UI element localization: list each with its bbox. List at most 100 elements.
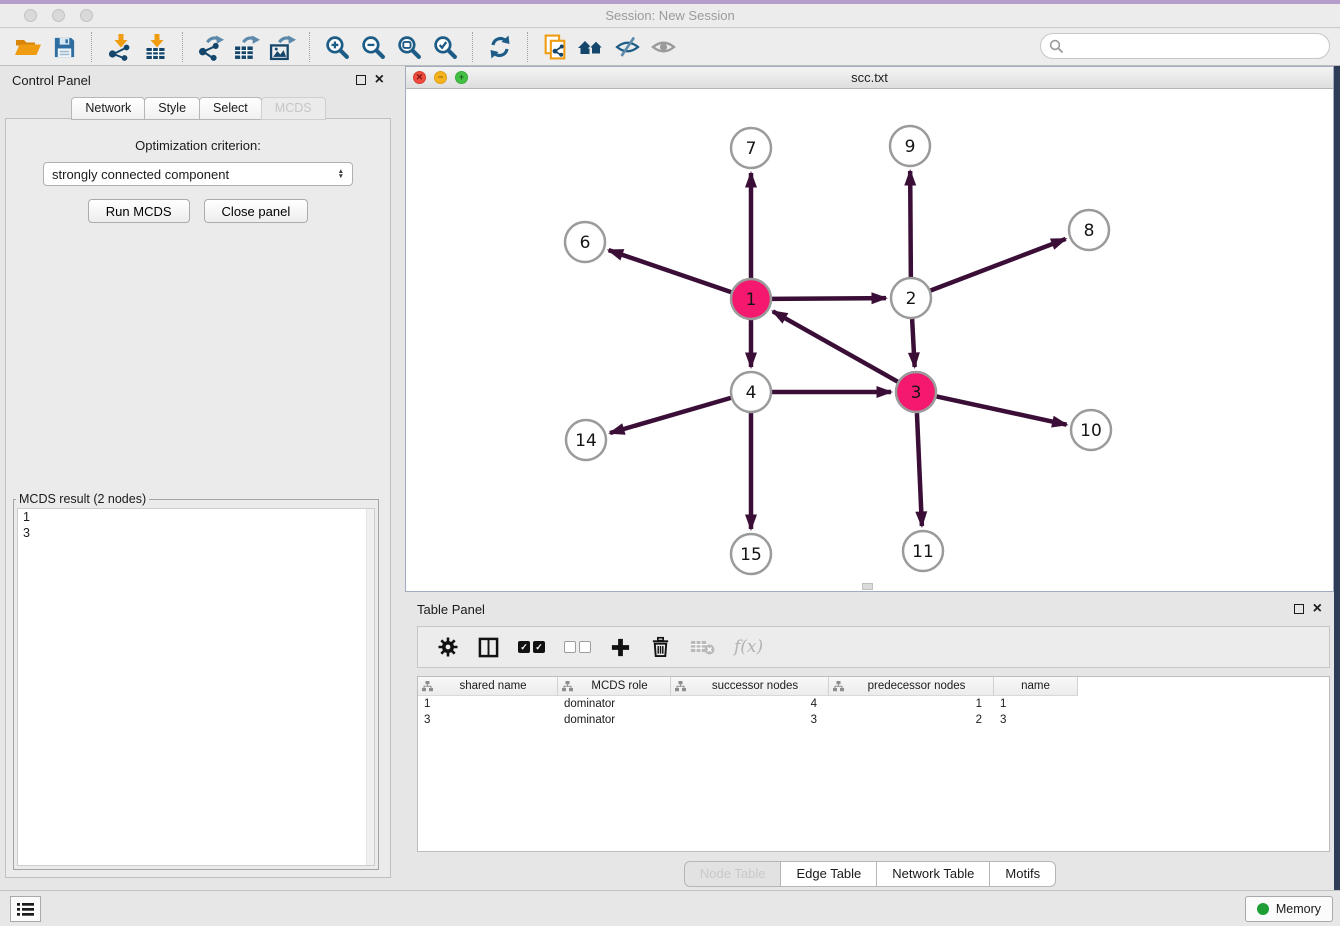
table-row[interactable]: 1dominator411 [418, 696, 1329, 712]
result-scrollbar[interactable] [366, 509, 374, 865]
table-cell[interactable]: dominator [558, 714, 671, 726]
search-input[interactable] [1069, 38, 1329, 55]
delete-table-icon [690, 634, 715, 660]
float-panel-icon[interactable] [356, 75, 366, 85]
network-window-titlebar[interactable]: ✕ − + scc.txt [406, 67, 1333, 89]
tab-node-table[interactable]: Node Table [684, 861, 782, 887]
column-header-shared-name[interactable]: shared name [418, 677, 558, 696]
column-header-predecessor-nodes[interactable]: predecessor nodes [829, 677, 994, 696]
session-title: Session: New Session [0, 8, 1340, 23]
table-cell[interactable]: 3 [994, 714, 1078, 726]
hierarchy-icon [562, 681, 573, 692]
edge-4-14[interactable] [610, 398, 731, 433]
column-header-label: shared name [433, 680, 553, 692]
desktop-edge-strip [1334, 66, 1340, 890]
task-history-button[interactable] [10, 896, 41, 922]
edge-2-3[interactable] [912, 319, 915, 367]
memory-button-label: Memory [1276, 902, 1321, 916]
open-session-icon[interactable] [10, 31, 46, 63]
create-column-icon[interactable] [610, 634, 631, 660]
column-header-successor-nodes[interactable]: successor nodes [671, 677, 829, 696]
save-session-icon[interactable] [46, 31, 82, 63]
zoom-out-icon[interactable] [355, 31, 391, 63]
mcds-result-item[interactable]: 1 [18, 509, 374, 525]
copy-network-icon[interactable] [537, 31, 573, 63]
node-label-7: 7 [746, 139, 757, 159]
tab-style[interactable]: Style [144, 97, 200, 120]
list-icon [17, 902, 34, 917]
run-mcds-button[interactable]: Run MCDS [88, 199, 190, 223]
zoom-in-icon[interactable] [319, 31, 355, 63]
column-header-MCDS-role[interactable]: MCDS role [558, 677, 671, 696]
edge-2-9[interactable] [910, 171, 911, 277]
edge-2-8[interactable] [931, 239, 1066, 291]
table-cell[interactable]: 1 [418, 698, 558, 710]
criterion-dropdown[interactable]: strongly connected component ▲▼ [43, 162, 353, 186]
column-header-label: MCDS role [573, 680, 666, 692]
table-cell[interactable]: 4 [671, 698, 829, 710]
delete-column-icon[interactable] [650, 634, 671, 660]
edge-3-11[interactable] [917, 413, 922, 526]
node-label-1: 1 [746, 290, 757, 310]
float-table-panel-icon[interactable] [1294, 604, 1304, 614]
tab-network-table[interactable]: Network Table [876, 861, 990, 887]
edge-1-6[interactable] [609, 250, 731, 292]
table-cell[interactable]: 2 [829, 714, 994, 726]
control-panel: Control Panel × NetworkStyleSelectMCDS O… [0, 66, 396, 884]
close-table-panel-icon[interactable]: × [1313, 604, 1322, 614]
table-cell[interactable]: dominator [558, 698, 671, 710]
tab-mcds[interactable]: MCDS [261, 97, 326, 120]
table-row[interactable]: 3dominator323 [418, 712, 1329, 728]
import-network-icon[interactable] [101, 31, 137, 63]
table-cell[interactable]: 1 [829, 698, 994, 710]
column-header-name[interactable]: name [994, 677, 1078, 696]
network-title: scc.txt [406, 70, 1333, 85]
select-all-columns-icon[interactable]: ✓✓ [518, 634, 545, 660]
table-cell[interactable]: 1 [994, 698, 1078, 710]
export-network-icon[interactable] [192, 31, 228, 63]
hide-panel-eye-icon[interactable] [609, 31, 645, 63]
control-panel-tabs: NetworkStyleSelectMCDS [0, 97, 396, 120]
node-label-4: 4 [746, 383, 757, 403]
table-options-gear-icon[interactable] [437, 634, 459, 660]
mcds-result-list[interactable]: 13 [17, 508, 375, 866]
tab-select[interactable]: Select [199, 97, 262, 120]
deselect-all-columns-icon[interactable] [564, 634, 591, 660]
import-table-icon[interactable] [137, 31, 173, 63]
column-header-label: name [998, 680, 1073, 692]
edge-1-2[interactable] [772, 298, 886, 299]
tab-network[interactable]: Network [71, 97, 145, 120]
titlebar: Session: New Session [0, 4, 1340, 28]
apply-layout-icon[interactable] [482, 31, 518, 63]
node-label-11: 11 [912, 542, 934, 562]
node-table-body: 1dominator4113dominator323 [418, 696, 1329, 728]
close-panel-icon[interactable]: × [375, 75, 384, 85]
tab-edge-table[interactable]: Edge Table [780, 861, 877, 887]
network-canvas[interactable]: 7968124314101511 [406, 90, 1333, 591]
export-table-icon[interactable] [228, 31, 264, 63]
close-panel-button[interactable]: Close panel [204, 199, 309, 223]
table-cell[interactable]: 3 [671, 714, 829, 726]
zoom-fit-icon[interactable] [391, 31, 427, 63]
mcds-result-item[interactable]: 3 [18, 525, 374, 541]
search-icon [1049, 39, 1064, 54]
zoom-selected-icon[interactable] [427, 31, 463, 63]
search-box[interactable] [1040, 33, 1330, 59]
edge-3-1[interactable] [773, 311, 898, 381]
export-image-icon[interactable] [264, 31, 300, 63]
tab-motifs[interactable]: Motifs [989, 861, 1056, 887]
mcds-panel: Optimization criterion: strongly connect… [5, 118, 391, 878]
table-cell[interactable]: 3 [418, 714, 558, 726]
table-toolbar: ✓✓ f(x) [417, 626, 1330, 668]
optimization-criterion-label: Optimization criterion: [6, 138, 390, 153]
memory-button[interactable]: Memory [1245, 896, 1333, 922]
table-panel-title: Table Panel [417, 602, 485, 617]
function-builder-icon: f(x) [734, 634, 763, 660]
horizontal-scrollbar-thumb[interactable] [862, 583, 873, 590]
edge-3-10[interactable] [937, 396, 1067, 424]
home-icon[interactable] [573, 31, 609, 63]
network-graph[interactable]: 7968124314101511 [406, 90, 1333, 591]
show-panel-eye-icon[interactable] [645, 31, 681, 63]
show-columns-icon[interactable] [478, 634, 499, 660]
node-table[interactable]: shared name MCDS role successor nodesprede… [417, 676, 1330, 852]
